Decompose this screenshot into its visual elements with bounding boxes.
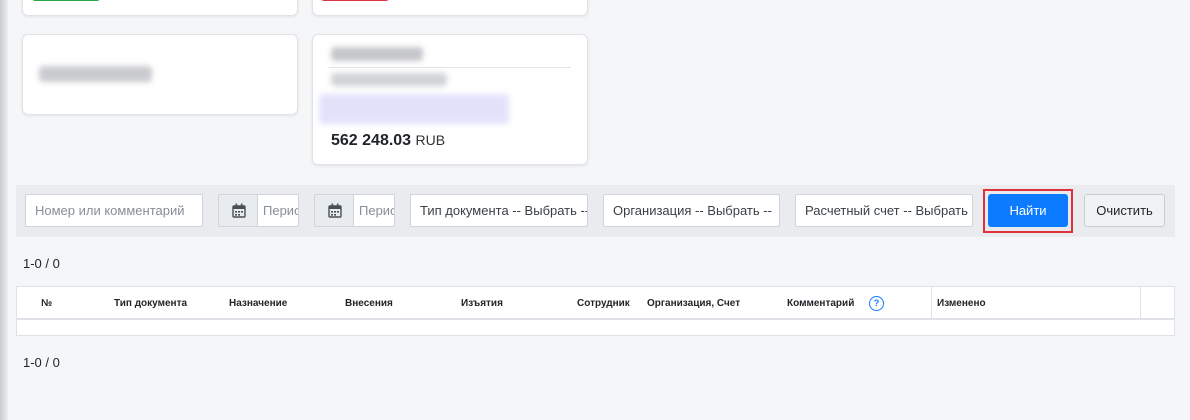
calendar-icon [328,203,342,218]
col-comment[interactable]: Комментарий [787,298,854,309]
blurred-text [39,66,152,82]
number-comment-input[interactable]: Номер или комментарий [25,194,203,227]
balance-amount: 562 248.03 RUB [331,132,445,150]
calendar-button-to[interactable] [314,194,354,227]
col-withdrawals[interactable]: Изъятия [461,298,503,309]
documents-table: № Тип документа Назначение Внесения Изъя… [16,286,1175,336]
period-from-input[interactable]: Период с [257,194,299,227]
help-circle-icon[interactable]: ? [869,296,884,311]
col-num[interactable]: № [41,298,52,309]
period-to-input[interactable]: Период по [353,194,395,227]
summary-card-left [22,34,298,115]
summary-card-top-left [22,0,298,16]
calendar-button-from[interactable] [218,194,258,227]
col-purpose[interactable]: Назначение [229,298,287,309]
summary-card-top-right [312,0,588,16]
col-divider [1140,287,1141,318]
green-action-button[interactable] [32,0,100,1]
balance-card: 562 248.03 RUB [312,34,588,165]
account-select[interactable]: Расчетный счет -- Выбрать -- [795,194,973,227]
blurred-subtitle [331,73,447,86]
col-org-account[interactable]: Организация, Счет [647,298,740,309]
balance-currency: RUB [415,132,446,148]
col-doc-type[interactable]: Тип документа [114,298,187,309]
blurred-link [319,94,509,124]
table-header: № Тип документа Назначение Внесения Изъя… [17,287,1174,320]
card-divider [329,67,571,68]
find-button[interactable]: Найти [988,194,1068,227]
blurred-title [331,47,423,61]
col-modified[interactable]: Изменено [937,298,986,309]
col-deposits[interactable]: Внесения [345,298,393,309]
pager-top: 1-0 / 0 [23,256,60,271]
doc-type-select[interactable]: Тип документа -- Выбрать -- [410,194,588,227]
balance-value: 562 248.03 [331,132,412,149]
organization-select[interactable]: Организация -- Выбрать -- [603,194,780,227]
pager-bottom: 1-0 / 0 [23,355,60,370]
red-action-button[interactable] [321,0,389,1]
col-employee[interactable]: Сотрудник [577,298,630,309]
col-divider [931,287,932,318]
calendar-icon [232,203,246,218]
clear-button[interactable]: Очистить [1084,194,1165,227]
left-edge [0,0,8,420]
